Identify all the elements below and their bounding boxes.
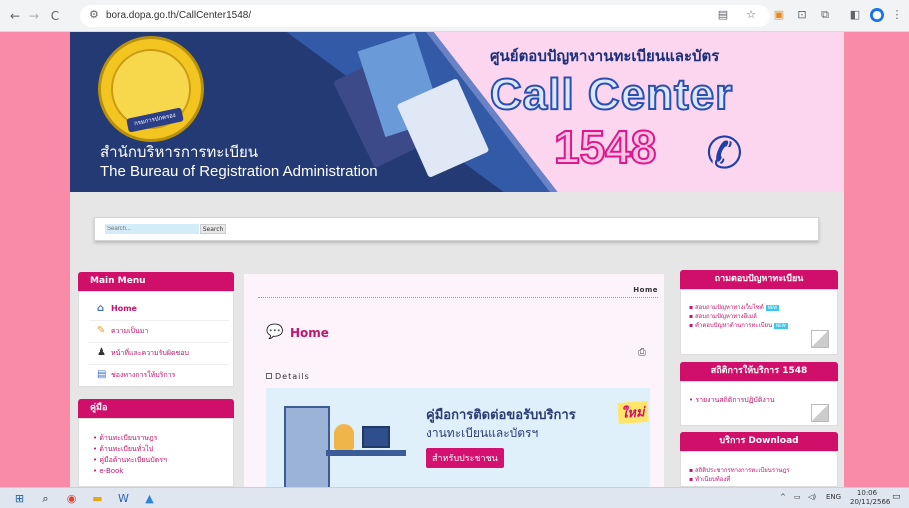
document-icon: ▤	[97, 369, 107, 380]
star-icon[interactable]: ☆	[744, 8, 758, 22]
search-icon[interactable]: ⌕	[38, 491, 53, 506]
menu-item-duties[interactable]: ♟ หน้าที่และความรับผิดชอบ	[97, 346, 189, 360]
manual-item[interactable]: • ด้านทะเบียนทั่วไป	[93, 444, 153, 455]
clock[interactable]: 10:06 20/11/2566	[850, 489, 891, 507]
person-icon: ♟	[97, 347, 106, 358]
tune-icon[interactable]: ⚙	[89, 8, 99, 21]
main-menu-header: Main Menu	[78, 272, 234, 291]
extensions-icon[interactable]: ⧉	[818, 8, 832, 22]
menu-dots-icon[interactable]: ⋮	[890, 8, 904, 22]
screen: { "browser": { "url": "bora.dopa.go.th/C…	[0, 0, 909, 508]
address-bar[interactable]: ⚙ bora.dopa.go.th/CallCenter1548/	[80, 5, 770, 27]
faq-item[interactable]: ▪ คำตอบปัญหาด้านการทะเบียน NEW	[689, 321, 788, 330]
search-button[interactable]: Search	[200, 224, 226, 234]
word-icon[interactable]: W	[116, 491, 131, 506]
search-strip: Search	[70, 192, 844, 274]
notification-icon[interactable]: ▭	[892, 492, 901, 502]
manual-item[interactable]: • e-Book	[93, 466, 123, 477]
search-input[interactable]	[105, 224, 199, 234]
faq-item[interactable]: ▪ สอบถามปัญหาทางเว็บไซต์ NEW	[689, 303, 780, 312]
browser-toolbar: ← → C ⚙ bora.dopa.go.th/CallCenter1548/ …	[0, 0, 909, 32]
center-title-th: ศูนย์ตอบปัญหางานทะเบียนและบัตร	[490, 47, 720, 65]
print-icon[interactable]: ⎙	[638, 347, 646, 358]
phone-icon: ✆	[706, 128, 743, 179]
volume-icon[interactable]: ◁)	[808, 493, 816, 501]
call-center-title: Call Center	[489, 69, 734, 120]
service-manual-card[interactable]: คู่มือการติดต่อขอรับบริการ งานทะเบียนและ…	[266, 388, 650, 487]
url-text: bora.dopa.go.th/CallCenter1548/	[106, 10, 252, 21]
menu-item-service-channels[interactable]: ▤ ช่องทางการให้บริการ	[97, 368, 175, 382]
main-content: Home 💬 Home ⎙ Details คู่มือการติดต่อขอร…	[244, 274, 664, 487]
manual-header: คู่มือ	[78, 399, 234, 418]
shelf-illustration	[284, 406, 330, 487]
card-tag: สำหรับประชาชน	[426, 448, 504, 468]
bureau-title-th: สำนักบริหารการทะเบียน	[100, 143, 259, 161]
chat-bubble-icon: 💬	[266, 324, 284, 340]
web-page: กรมการปกครอง สำนักบริหารการทะเบียน The B…	[70, 32, 844, 487]
stats-list: • รายงานสถิติการปฏิบัติงาน	[680, 381, 838, 426]
network-icon[interactable]: ▭	[794, 493, 801, 501]
stats-header: สถิติการให้บริการ 1548	[680, 362, 838, 381]
pencil-icon: ✎	[97, 325, 106, 336]
header-banner: กรมการปกครอง สำนักบริหารการทะเบียน The B…	[70, 32, 844, 192]
desk-illustration	[326, 450, 406, 456]
page-curl-icon	[811, 330, 829, 348]
new-badge: ใหม่	[617, 400, 649, 425]
call-center-number: 1548	[553, 120, 657, 174]
main-menu: ⌂ Home ✎ ความเป็นมา ♟ หน้าที่และความรับผิดช…	[78, 291, 234, 387]
breadcrumb[interactable]: Home	[258, 282, 658, 298]
screenshot-icon[interactable]: ⊡	[795, 8, 809, 22]
windows-icon[interactable]: ⊞	[12, 491, 27, 506]
arrow-left-icon[interactable]: ←	[6, 7, 24, 25]
translate-icon[interactable]: ▤	[716, 8, 730, 22]
file-explorer-icon[interactable]: ▬	[90, 491, 105, 506]
home-icon: ⌂	[97, 303, 105, 314]
search-bar: Search	[94, 217, 819, 241]
manual-list: • ด้านทะเบียนราษฎร • ด้านทะเบียนทั่วไป •…	[78, 418, 234, 487]
department-emblem[interactable]: กรมการปกครอง	[98, 36, 204, 142]
page-title: Home	[290, 326, 329, 340]
details-heading: Details	[266, 372, 310, 381]
faq-list: ▪ สอบถามปัญหาทางเว็บไซต์ NEW ▪ สอบถามปัญห…	[680, 289, 838, 355]
clock-date: 20/11/2566	[850, 498, 891, 506]
profile-icon[interactable]: ●	[870, 8, 884, 22]
monitor-illustration	[362, 426, 390, 448]
sidepanel-icon[interactable]: ◧	[848, 8, 862, 22]
person-illustration	[334, 424, 354, 450]
stats-item[interactable]: • รายงานสถิติการปฏิบัติงาน	[689, 396, 775, 405]
faq-item[interactable]: ▪ สอบถามปัญหาทางอีเมล์	[689, 312, 757, 321]
language-indicator[interactable]: ENG	[826, 493, 841, 501]
download-item[interactable]: ▪ สถิติประชากรทางการทะเบียนราษฎร	[689, 466, 790, 475]
arrow-right-icon[interactable]: →	[25, 7, 43, 25]
checkbox-icon	[266, 373, 272, 379]
photos-icon[interactable]: ▲	[142, 491, 157, 506]
download-item[interactable]: ▪ ทำเนียบท้องที่	[689, 475, 730, 484]
clock-time: 10:06	[856, 489, 878, 497]
taskbar: ⊞ ⌕ ◉ ▬ W ▲ ^ ▭ ◁) ENG 10:06 20/11/2566 …	[0, 487, 909, 508]
extension-orange-icon[interactable]: ▣	[772, 8, 786, 22]
card-line2: งานทะเบียนและบัตรฯ	[426, 426, 539, 440]
card-line1: คู่มือการติดต่อขอรับบริการ	[426, 408, 576, 423]
reload-icon[interactable]: C	[46, 7, 64, 25]
chevron-up-icon[interactable]: ^	[780, 493, 786, 501]
manual-item[interactable]: • คู่มือด้านทะเบียนบัตรฯ	[93, 455, 167, 466]
manual-item[interactable]: • ด้านทะเบียนราษฎร	[93, 433, 157, 444]
bureau-title-en: The Bureau of Registration Administratio…	[100, 163, 378, 180]
chrome-icon[interactable]: ◉	[64, 491, 79, 506]
download-header: บริการ Download	[680, 432, 838, 451]
menu-item-history[interactable]: ✎ ความเป็นมา	[97, 324, 148, 338]
page-curl-icon	[811, 404, 829, 422]
download-list: ▪ สถิติประชากรทางการทะเบียนราษฎร ▪ ทำเนี…	[680, 451, 838, 487]
menu-item-home[interactable]: ⌂ Home	[97, 302, 137, 316]
faq-header: ถามตอบปัญหาทะเบียน	[680, 270, 838, 289]
